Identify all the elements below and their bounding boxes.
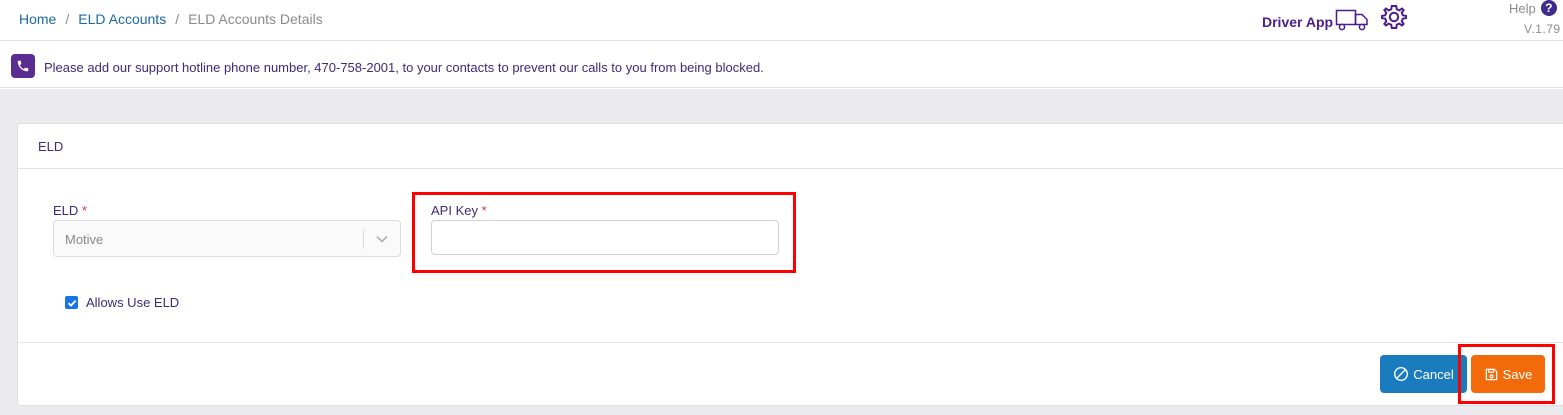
select-divider bbox=[363, 229, 364, 249]
eld-select-value: Motive bbox=[65, 232, 104, 247]
driver-app-link[interactable]: Driver App bbox=[1262, 6, 1369, 37]
breadcrumb-eld-accounts-link[interactable]: ELD Accounts bbox=[78, 11, 166, 27]
eld-details-card: ELD ELD * Motive API Key * Allows Use EL… bbox=[17, 123, 1563, 406]
settings-gear-icon[interactable] bbox=[1379, 3, 1409, 38]
cancel-button-label: Cancel bbox=[1413, 366, 1454, 382]
eld-select[interactable]: Motive bbox=[53, 220, 401, 257]
breadcrumb-home-link[interactable]: Home bbox=[19, 11, 56, 27]
cancel-icon bbox=[1394, 366, 1409, 382]
notice-text: Please add our support hotline phone num… bbox=[44, 60, 764, 75]
help-link[interactable]: Help ? bbox=[1509, 0, 1557, 16]
api-key-field-label: API Key * bbox=[431, 203, 487, 218]
eld-field-label: ELD * bbox=[53, 203, 87, 218]
top-bar: Home / ELD Accounts / ELD Accounts Detai… bbox=[0, 0, 1563, 41]
required-mark: * bbox=[481, 203, 487, 218]
required-mark: * bbox=[81, 203, 87, 218]
phone-icon bbox=[11, 54, 35, 78]
save-button-label: Save bbox=[1502, 366, 1533, 382]
support-notice: Please add our support hotline phone num… bbox=[0, 42, 1563, 88]
version-label: V.1.79 bbox=[1524, 22, 1561, 36]
api-key-label-text: API Key bbox=[431, 203, 478, 218]
help-icon: ? bbox=[1540, 0, 1557, 16]
allows-use-eld-label: Allows Use ELD bbox=[86, 295, 180, 310]
breadcrumb-current: ELD Accounts Details bbox=[188, 11, 323, 27]
api-key-input[interactable] bbox=[431, 220, 779, 255]
driver-app-label: Driver App bbox=[1262, 13, 1334, 30]
breadcrumb-separator: / bbox=[65, 11, 70, 27]
truck-icon bbox=[1335, 6, 1369, 37]
save-button[interactable]: Save bbox=[1471, 355, 1545, 393]
card-title: ELD bbox=[18, 124, 1563, 169]
cancel-button[interactable]: Cancel bbox=[1380, 355, 1467, 393]
card-footer-divider bbox=[18, 342, 1563, 343]
breadcrumb: Home / ELD Accounts / ELD Accounts Detai… bbox=[19, 11, 323, 27]
save-icon bbox=[1485, 368, 1497, 380]
eld-label-text: ELD bbox=[53, 203, 79, 218]
breadcrumb-separator: / bbox=[175, 11, 180, 27]
help-label: Help bbox=[1509, 0, 1536, 16]
chevron-down-icon[interactable] bbox=[375, 232, 389, 251]
allows-use-eld-checkbox[interactable]: Allows Use ELD bbox=[65, 295, 179, 310]
check-icon[interactable] bbox=[65, 296, 78, 309]
